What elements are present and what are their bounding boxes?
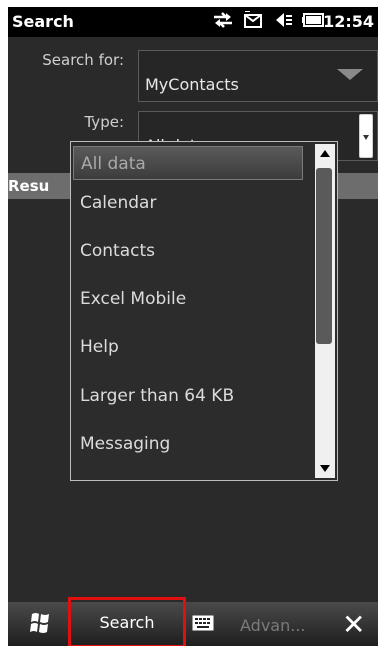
type-label: Type: — [84, 113, 124, 131]
status-time: 12:54 — [323, 12, 374, 31]
sync-icon — [212, 11, 234, 29]
dropdown-item-excel-mobile[interactable]: Excel Mobile — [71, 279, 311, 319]
results-header-label: Resu — [8, 177, 50, 195]
dropdown-item-larger-than-64kb[interactable]: Larger than 64 KB — [71, 376, 311, 416]
phone-screen: Search 12:54 Search for: MyContacts Type… — [8, 7, 378, 646]
status-title: Search — [12, 12, 74, 31]
dropdown-item-contacts[interactable]: Contacts — [71, 231, 311, 271]
scroll-thumb[interactable] — [316, 168, 332, 344]
chevron-down-icon[interactable] — [337, 69, 363, 80]
keyboard-icon[interactable] — [192, 615, 214, 635]
search-for-combo[interactable]: MyContacts — [138, 50, 378, 102]
status-icons — [212, 11, 326, 29]
dropdown-item-all-data[interactable]: All data — [73, 146, 303, 180]
dropdown-item-calendar[interactable]: Calendar — [71, 183, 311, 223]
scroll-up-icon[interactable] — [320, 150, 330, 157]
type-dropdown-button[interactable] — [359, 114, 373, 158]
search-for-label: Search for: — [42, 51, 124, 69]
volume-icon — [272, 11, 294, 29]
search-button[interactable]: Search — [68, 597, 186, 646]
advanced-button[interactable]: Advan... — [240, 616, 306, 635]
status-bar: Search 12:54 — [8, 7, 378, 37]
windows-start-icon[interactable] — [28, 612, 52, 638]
close-icon[interactable]: ✕ — [342, 608, 365, 641]
type-dropdown-list[interactable]: All data Calendar Contacts Excel Mobile … — [70, 141, 338, 481]
dropdown-item-help[interactable]: Help — [71, 327, 311, 367]
search-form: Search for: MyContacts Type: All data Re… — [8, 37, 378, 602]
dropdown-item-messaging[interactable]: Messaging — [71, 424, 311, 464]
scroll-down-icon[interactable] — [320, 465, 330, 472]
dropdown-scrollbar[interactable] — [315, 144, 335, 478]
taskbar: Search Advan... ✕ — [8, 597, 378, 646]
search-for-value: MyContacts — [145, 75, 239, 94]
message-icon — [242, 11, 264, 29]
